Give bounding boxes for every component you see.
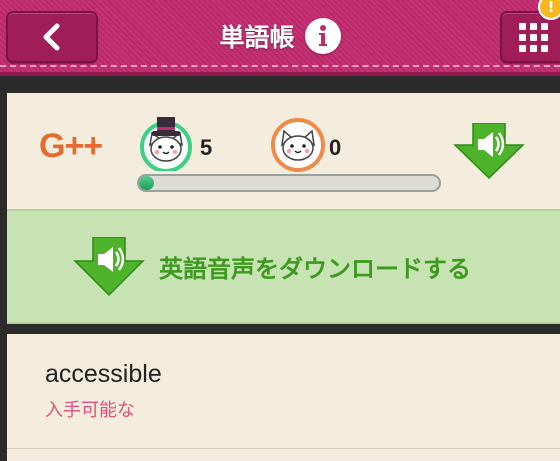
- cat-top-hat-icon: [140, 117, 192, 171]
- header-bar: 単語帳 !: [0, 0, 560, 76]
- download-audio-button[interactable]: 英語音声をダウンロードする: [7, 209, 560, 324]
- speaker-download-icon[interactable]: [453, 123, 525, 179]
- cat-top-hat-count: 5: [200, 135, 213, 160]
- cat-orange-icon: [271, 118, 325, 172]
- cat-orange-count: 0: [329, 135, 342, 160]
- grid-menu-icon: [518, 22, 548, 52]
- info-icon[interactable]: [304, 18, 341, 54]
- word-text: accessible: [45, 360, 162, 388]
- section-divider: [7, 324, 560, 334]
- speaker-download-icon: [73, 236, 145, 296]
- word-meaning: 入手可能な: [45, 400, 135, 421]
- progress-bar: [137, 174, 441, 192]
- page-title: 単語帳: [219, 23, 295, 52]
- list-item[interactable]: accessible 入手可能な: [7, 334, 560, 461]
- grade-label: G++: [39, 127, 103, 165]
- progress-bar-fill: [139, 176, 154, 190]
- download-audio-label: 英語音声をダウンロードする: [159, 255, 471, 283]
- main-panel: G++ 5 0 英語音声をダウンロードする accessible 入手可能な: [7, 93, 560, 461]
- progress-status-row: G++ 5 0: [7, 93, 560, 209]
- list-item-divider: [7, 448, 560, 449]
